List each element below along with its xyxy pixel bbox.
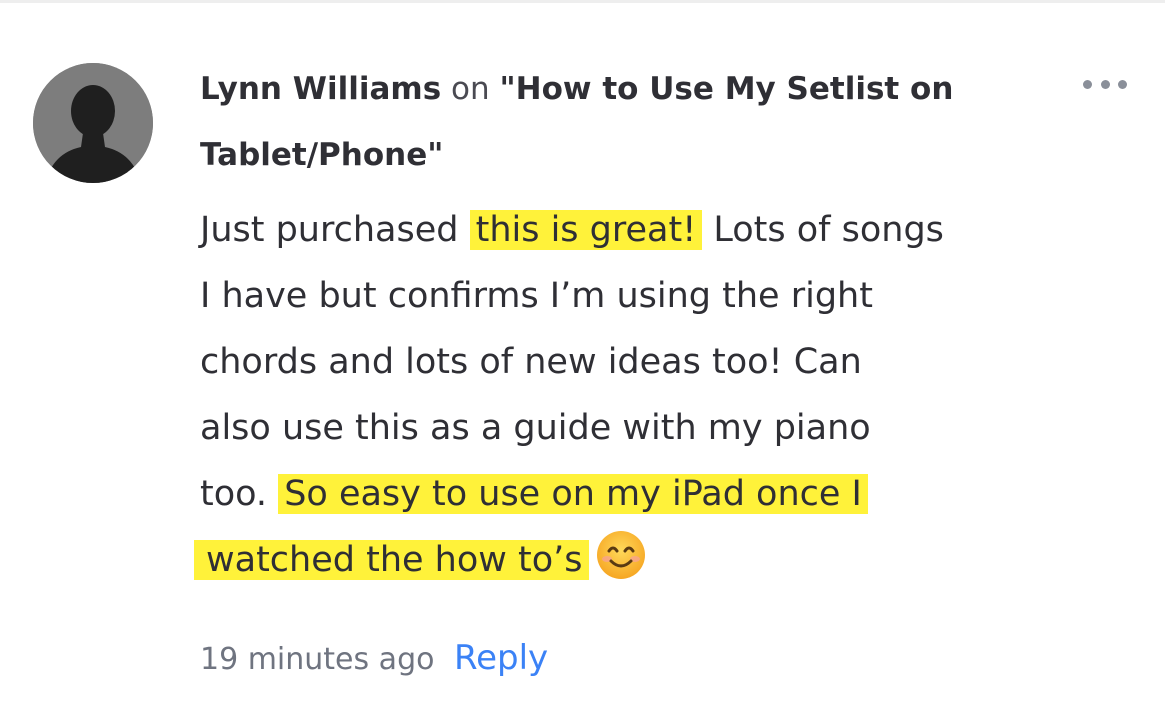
body-line: Just purchased this is great! Lots of so… [200, 197, 1080, 263]
body-line: watched the how to’s [194, 527, 1080, 603]
ellipsis-dot [1118, 79, 1127, 89]
body-text: too. [200, 474, 279, 514]
more-options-button[interactable] [1083, 74, 1127, 94]
on-word: on [451, 71, 490, 107]
body-line: also use this as a guide with my piano [200, 408, 871, 448]
comment-header: Lynn Williams on "How to Use My Setlist … [200, 56, 1020, 188]
body-line: chords and lots of new ideas too! Can [200, 342, 862, 382]
default-user-icon [33, 63, 153, 183]
body-text: Lots of songs [702, 210, 944, 250]
comment-footer: 19 minutes ago Reply [200, 628, 548, 690]
comment-body: Just purchased this is great! Lots of so… [194, 197, 1080, 603]
avatar[interactable] [33, 63, 153, 183]
highlighted-text: So easy to use on my iPad once I [278, 474, 868, 514]
highlighted-text: this is great! [469, 210, 703, 250]
body-text: Just purchased [200, 210, 470, 250]
author-name[interactable]: Lynn Williams [200, 71, 441, 107]
reply-button[interactable]: Reply [454, 638, 548, 678]
comment-card: Lynn Williams on "How to Use My Setlist … [0, 0, 1165, 728]
body-line: too. So easy to use on my iPad once I [200, 461, 1080, 527]
ellipsis-dot [1083, 79, 1092, 89]
ellipsis-dot [1100, 79, 1110, 89]
smiling-face-emoji-icon [595, 529, 647, 603]
body-line: I have but confirms I’m using the right [200, 276, 873, 316]
timestamp: 19 minutes ago [200, 642, 435, 677]
divider [0, 0, 1165, 3]
highlighted-text: watched the how to’s [194, 540, 589, 580]
